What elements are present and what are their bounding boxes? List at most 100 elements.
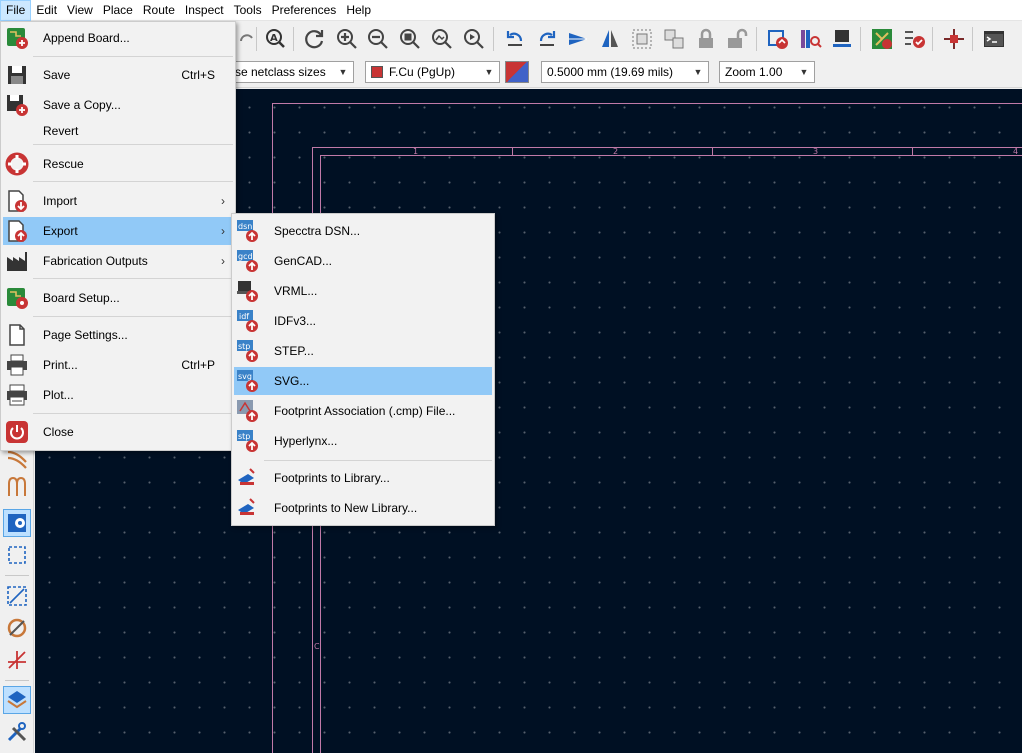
tools-icon[interactable] [3,718,31,746]
menu-item-save[interactable]: Save Ctrl+S [3,61,233,89]
zoom-objects-icon[interactable] [428,25,456,53]
cmp-file-icon [236,399,260,423]
menu-item-import[interactable]: Import › [3,187,233,215]
zoom-fit-icon[interactable] [396,25,424,53]
svg-text:stp: stp [238,432,250,441]
zoom-out-icon[interactable] [364,25,392,53]
zoom-combo[interactable]: Zoom 1.00 ▼ [719,61,815,83]
footprint-library-icon [236,466,260,490]
vrml-icon [236,279,260,303]
menu-item-footprints-to-new-library[interactable]: Footprints to New Library... [234,494,492,522]
row-label: C [314,642,320,651]
drc-check-icon[interactable] [900,25,928,53]
svg-text:gcd: gcd [238,252,253,261]
menu-item-hyperlynx[interactable]: stp Hyperlynx... [234,427,492,455]
layer-value: F.Cu (PgUp) [389,65,456,79]
menu-inspect[interactable]: Inspect [180,0,229,21]
zoom-selection-icon[interactable] [460,25,488,53]
tune-length-icon[interactable] [3,472,31,500]
save-copy-icon [5,93,29,117]
svg-text:idf: idf [239,312,249,321]
menu-item-save-copy[interactable]: Save a Copy... [3,91,233,119]
svg-text:stp: stp [238,342,250,351]
footprint-editor-icon[interactable] [828,25,856,53]
menu-item-footprint-association[interactable]: Footprint Association (.cmp) File... [234,397,492,425]
menu-item-step[interactable]: stp STEP... [234,337,492,365]
menu-view[interactable]: View [62,0,98,21]
layer-combo[interactable]: F.Cu (PgUp) ▼ [365,61,500,83]
menu-item-board-setup[interactable]: Board Setup... [3,284,233,312]
menu-item-svg[interactable]: svg SVG... [234,367,492,395]
zoom-value: Zoom 1.00 [725,65,783,79]
menu-help[interactable]: Help [341,0,376,21]
menu-item-rescue[interactable]: Rescue [3,150,233,178]
menu-item-fabrication-outputs[interactable]: Fabrication Outputs › [3,247,233,275]
group-icon[interactable] [628,25,656,53]
rotate-cw-icon[interactable] [533,25,561,53]
mirror-v-icon[interactable] [596,25,624,53]
track-width-combo[interactable]: se netclass sizes ▼ [229,61,354,83]
gcd-file-icon: gcd [236,249,260,273]
menu-item-vrml[interactable]: VRML... [234,277,492,305]
menu-tools[interactable]: Tools [229,0,267,21]
svg-text:A: A [270,33,278,44]
menu-item-append-board[interactable]: Append Board... [3,24,233,52]
menu-item-print[interactable]: Print... Ctrl+P [3,351,233,379]
save-icon [5,63,29,87]
menu-item-specctra-dsn[interactable]: dsn Specctra DSN... [234,217,492,245]
add-arc-icon[interactable] [3,614,31,642]
idf-file-icon: idf [236,309,260,333]
menu-item-gencad[interactable]: gcd GenCAD... [234,247,492,275]
menu-place[interactable]: Place [98,0,138,21]
track-width-value: se netclass sizes [235,65,326,79]
stp-file-icon: stp [236,339,260,363]
schematic-icon[interactable] [940,25,968,53]
find-icon[interactable]: A [261,25,289,53]
unlock-icon[interactable] [723,25,751,53]
chevron-down-icon: ▼ [799,67,809,77]
menu-preferences[interactable]: Preferences [267,0,342,21]
menu-item-footprints-to-library[interactable]: Footprints to Library... [234,464,492,492]
chevron-right-icon: › [221,224,225,238]
menu-item-revert[interactable]: Revert [3,117,233,145]
add-via-icon[interactable] [3,509,31,537]
library-browser-icon[interactable] [796,25,824,53]
lock-icon[interactable] [692,25,720,53]
refresh-icon[interactable] [300,25,328,53]
export-submenu: dsn Specctra DSN... gcd GenCAD... VRML..… [231,213,495,526]
dsn-file-icon: dsn [236,219,260,243]
via-size-value: 0.5000 mm (19.69 mils) [547,65,674,79]
layers-icon[interactable] [3,686,31,714]
menu-item-close[interactable]: Close [3,418,233,446]
board-setup-icon [5,286,29,310]
add-zone-icon[interactable] [3,541,31,569]
add-line-icon[interactable] [3,646,31,674]
chevron-down-icon: ▼ [338,67,348,77]
menu-item-export[interactable]: Export › [3,217,233,245]
menu-edit[interactable]: Edit [31,0,62,21]
drc-board-icon[interactable] [868,25,896,53]
zoom-in-icon[interactable] [333,25,361,53]
scripting-console-icon[interactable] [980,25,1008,53]
rotate-ccw-icon[interactable] [501,25,529,53]
add-rule-area-icon[interactable] [3,582,31,610]
menu-file[interactable]: File [0,0,32,21]
menu-item-plot[interactable]: Plot... [3,381,233,409]
page-settings-icon [5,323,29,347]
mirror-h-icon[interactable] [564,25,592,53]
column-label: 4 [1013,147,1019,156]
svg-text:svg: svg [238,372,252,381]
update-pcb-icon[interactable] [764,25,792,53]
menu-item-page-settings[interactable]: Page Settings... [3,321,233,349]
layer-pair-icon[interactable] [505,61,529,83]
chevron-down-icon: ▼ [484,67,494,77]
power-icon [5,420,29,444]
via-size-combo[interactable]: 0.5000 mm (19.69 mils) ▼ [541,61,709,83]
menu-item-idfv3[interactable]: idf IDFv3... [234,307,492,335]
column-label: 3 [813,147,819,156]
ungroup-icon[interactable] [660,25,688,53]
column-label: 1 [413,147,419,156]
menu-route[interactable]: Route [138,0,180,21]
svg-text:dsn: dsn [238,222,252,231]
footprint-new-library-icon [236,496,260,520]
